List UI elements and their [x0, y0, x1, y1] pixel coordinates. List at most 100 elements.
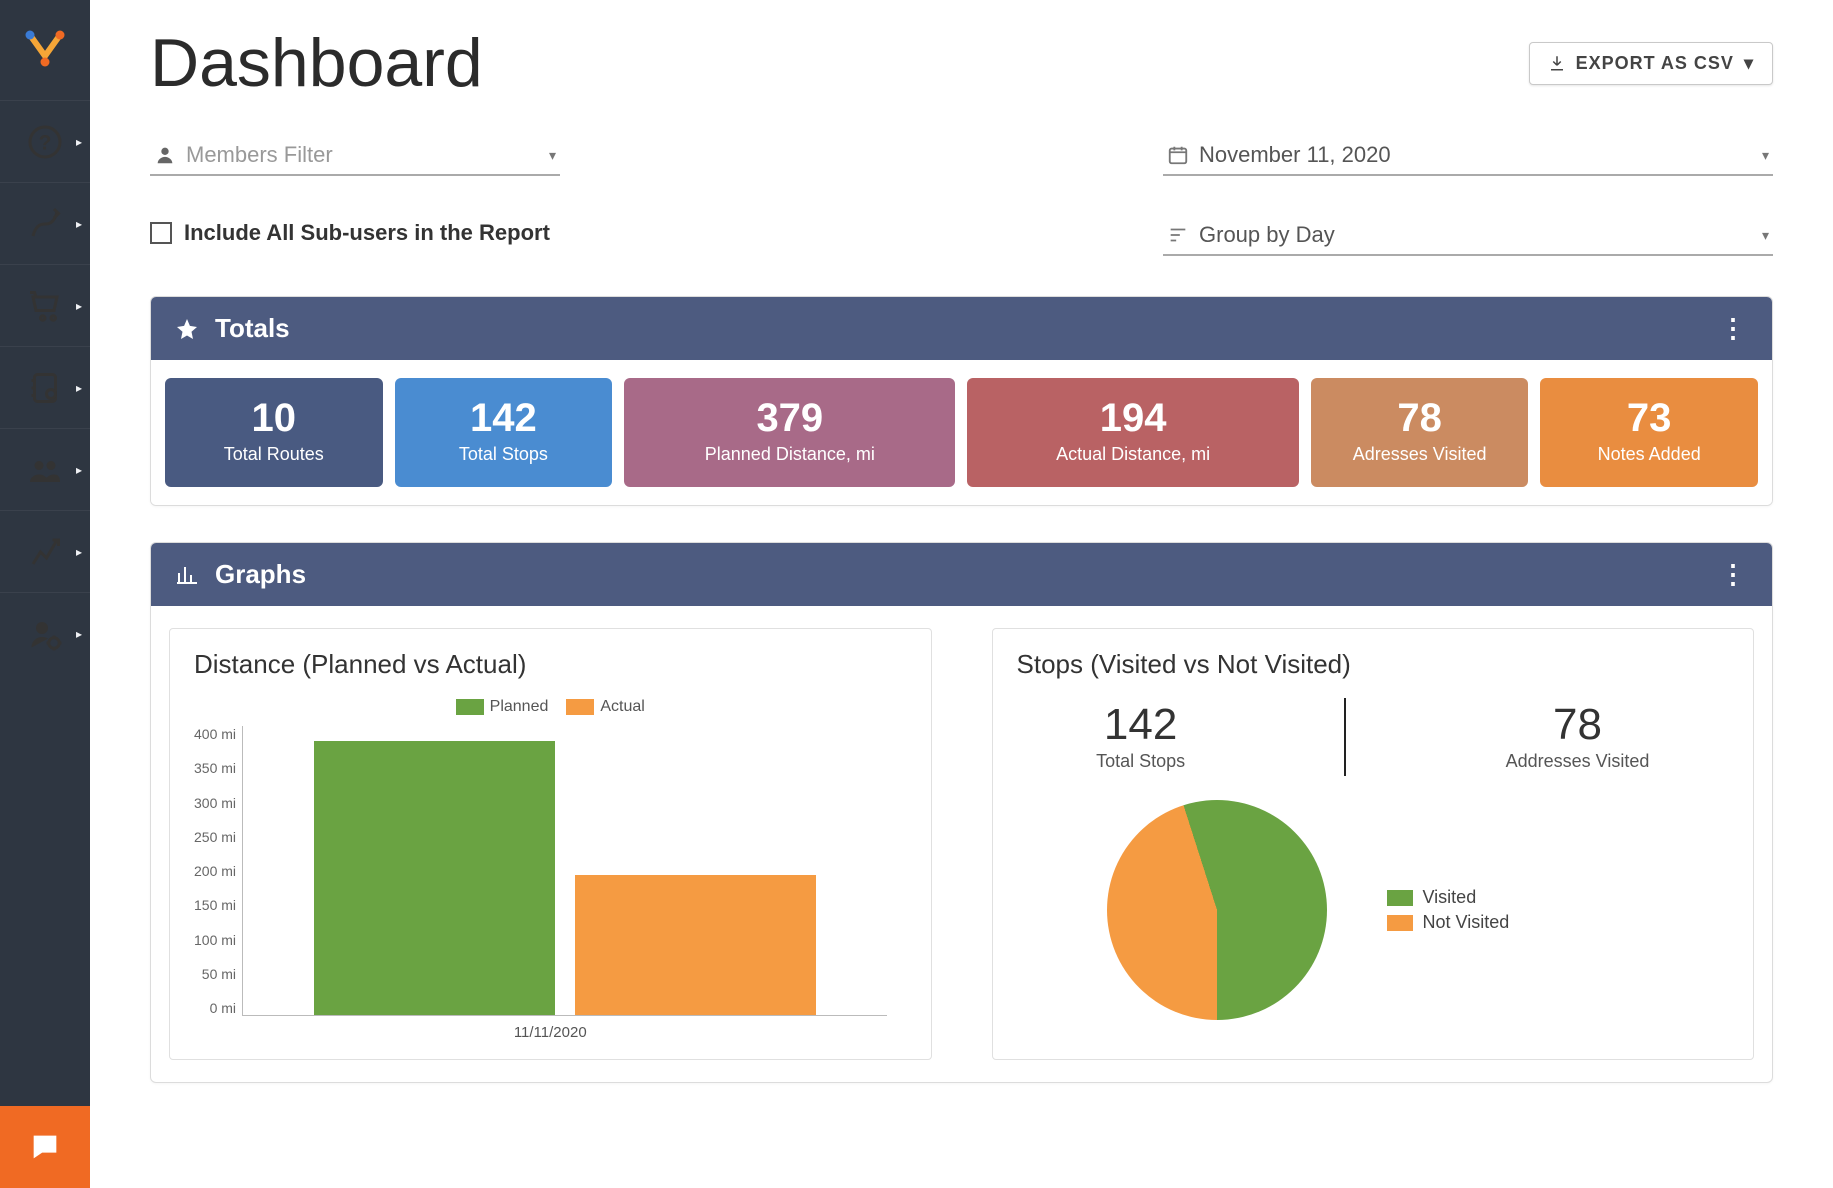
card-label: Total Routes [224, 444, 324, 465]
y-tick: 250 mi [194, 829, 236, 845]
distance-chart-title: Distance (Planned vs Actual) [194, 649, 907, 680]
addresses-visited-value: 78 [1506, 703, 1650, 747]
star-icon [175, 317, 199, 341]
bar-plot [242, 726, 886, 1016]
caret-down-icon: ▾ [1762, 227, 1769, 244]
distance-chart: Distance (Planned vs Actual) Planned Act… [169, 628, 932, 1060]
card-addresses-visited: 78 Adresses Visited [1311, 378, 1529, 487]
y-tick: 200 mi [194, 863, 236, 879]
main-content: Dashboard EXPORT AS CSV ▾ Members Filter… [90, 0, 1833, 1188]
legend-actual-label: Actual [600, 698, 644, 715]
cart-icon [27, 288, 63, 324]
address-book-icon [27, 370, 63, 406]
total-stops-label: Total Stops [1096, 751, 1185, 772]
card-notes-added: 73Notes Added [1540, 378, 1758, 487]
divider [1344, 698, 1346, 776]
card-value: 142 [470, 398, 537, 438]
person-icon [154, 144, 176, 166]
legend-not-visited-label: Not Visited [1423, 912, 1510, 933]
checkbox-icon [150, 222, 172, 244]
svg-text:?: ? [39, 131, 52, 154]
stops-chart-title: Stops (Visited vs Not Visited) [1017, 649, 1730, 680]
nav-orders[interactable]: ▸ [0, 264, 90, 346]
chat-button[interactable] [0, 1106, 90, 1188]
chart-icon [175, 563, 199, 587]
chevron-right-icon: ▸ [76, 545, 82, 559]
bar-actual [575, 875, 816, 1015]
include-subusers-label: Include All Sub-users in the Report [184, 220, 550, 246]
distance-legend: Planned Actual [194, 698, 907, 716]
nav-help[interactable]: ? ▸ [0, 100, 90, 182]
legend-visited-label: Visited [1423, 887, 1477, 908]
card-value: 194 [1100, 398, 1167, 438]
chevron-right-icon: ▸ [76, 381, 82, 395]
chevron-right-icon: ▸ [76, 627, 82, 641]
chat-icon [28, 1130, 62, 1164]
more-icon[interactable]: ⋮ [1720, 313, 1748, 344]
routes-icon [27, 206, 63, 242]
y-tick: 150 mi [194, 897, 236, 913]
addresses-visited-label: Addresses Visited [1506, 751, 1650, 772]
x-axis-label: 11/11/2020 [194, 1024, 907, 1041]
bar-planned [314, 741, 555, 1015]
y-axis: 400 mi 350 mi 300 mi 250 mi 200 mi 150 m… [194, 726, 242, 1016]
card-label: Actual Distance, mi [1056, 444, 1210, 465]
filters-row: Members Filter ▾ Include All Sub-users i… [150, 136, 1773, 256]
graphs-panel: Graphs ⋮ Distance (Planned vs Actual) Pl… [150, 542, 1773, 1083]
card-value: 379 [756, 398, 823, 438]
card-label: Adresses Visited [1353, 444, 1487, 465]
card-label: Planned Distance, mi [705, 444, 875, 465]
nav-team[interactable]: ▸ [0, 428, 90, 510]
y-tick: 350 mi [194, 760, 236, 776]
sort-icon [1167, 224, 1189, 246]
y-tick: 50 mi [202, 966, 236, 982]
calendar-icon [1167, 144, 1189, 166]
card-value: 10 [252, 398, 297, 438]
swatch-actual [566, 699, 594, 715]
total-stops-value: 142 [1096, 703, 1185, 747]
caret-down-icon: ▾ [549, 147, 556, 164]
sidebar: ? ▸ ▸ ▸ ▸ ▸ ▸ ▸ [0, 0, 90, 1188]
page-header: Dashboard EXPORT AS CSV ▾ [150, 24, 1773, 102]
pie-chart [1107, 800, 1327, 1020]
card-label: Total Stops [459, 444, 548, 465]
card-value: 78 [1397, 398, 1442, 438]
group-by-filter[interactable]: Group by Day ▾ [1163, 216, 1773, 256]
include-subusers-checkbox[interactable]: Include All Sub-users in the Report [150, 220, 560, 246]
export-csv-button[interactable]: EXPORT AS CSV ▾ [1529, 42, 1773, 85]
card-total-routes: 10 Total Routes [165, 378, 383, 487]
swatch-visited [1387, 890, 1413, 906]
totals-header: Totals ⋮ [151, 297, 1772, 360]
analytics-icon [27, 534, 63, 570]
totals-panel: Totals ⋮ 10 Total Routes 142 Total Stops 3… [150, 296, 1773, 506]
date-filter[interactable]: November 11, 2020 ▾ [1163, 136, 1773, 176]
routing-logo-icon [21, 26, 69, 74]
chevron-right-icon: ▸ [76, 135, 82, 149]
nav-routes[interactable]: ▸ [0, 182, 90, 264]
legend-planned-label: Planned [490, 698, 549, 715]
nav-analytics[interactable]: ▸ [0, 510, 90, 592]
chevron-right-icon: ▸ [76, 463, 82, 477]
graphs-header-label: Graphs [215, 559, 306, 590]
nav-account[interactable]: ▸ [0, 592, 90, 674]
y-tick: 300 mi [194, 795, 236, 811]
stops-chart: Stops (Visited vs Not Visited) 142 Total… [992, 628, 1755, 1060]
totals-header-label: Totals [215, 313, 290, 344]
more-icon[interactable]: ⋮ [1720, 559, 1748, 590]
y-tick: 0 mi [210, 1000, 236, 1016]
pie-legend: Visited Not Visited [1387, 883, 1510, 937]
card-total-stops: 142 Total Stops [395, 378, 613, 487]
nav-addresses[interactable]: ▸ [0, 346, 90, 428]
swatch-not-visited [1387, 915, 1413, 931]
page-title: Dashboard [150, 24, 483, 102]
card-planned-distance: 379 Planned Distance, mi [624, 378, 955, 487]
export-label: EXPORT AS CSV [1576, 53, 1734, 74]
help-icon: ? [27, 124, 63, 160]
members-filter[interactable]: Members Filter ▾ [150, 136, 560, 176]
caret-down-icon: ▾ [1744, 53, 1754, 74]
chevron-right-icon: ▸ [76, 299, 82, 313]
date-value: November 11, 2020 [1199, 142, 1762, 168]
caret-down-icon: ▾ [1762, 147, 1769, 164]
download-icon [1548, 54, 1566, 72]
totals-cards: 10 Total Routes 142 Total Stops 379 Planned… [165, 378, 1758, 487]
